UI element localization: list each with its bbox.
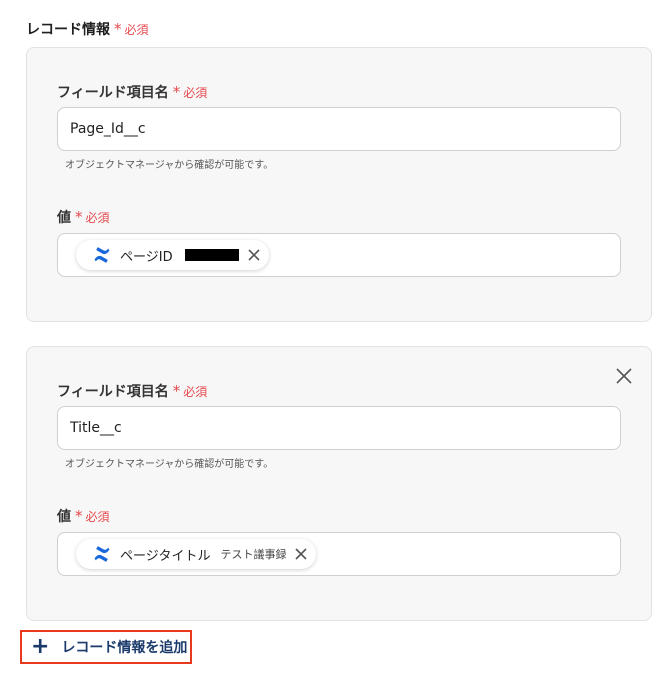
field-name-label-text: フィールド項目名 — [57, 85, 169, 101]
confluence-logo-icon — [94, 546, 110, 562]
section-title: レコード情報 * 必須 — [26, 19, 149, 39]
required-star-icon: * — [114, 19, 122, 38]
field-name-hint: オブジェクトマネージャから確認が可能です。 — [65, 459, 274, 470]
redacted-value — [184, 249, 239, 261]
required-badge: * 必須 — [75, 209, 110, 226]
value-input[interactable]: ページID — [57, 233, 621, 277]
value-chip[interactable]: ページID — [76, 240, 269, 270]
required-badge: * 必須 — [75, 508, 110, 525]
plus-icon: + — [31, 634, 50, 659]
required-text: 必須 — [85, 210, 110, 225]
required-text: 必須 — [124, 22, 149, 37]
required-star-icon: * — [172, 381, 181, 400]
value-label: 値 * 必須 — [57, 207, 110, 227]
value-input[interactable]: ページタイトル テスト議事録 — [57, 532, 621, 576]
required-text: 必須 — [183, 85, 208, 100]
required-star-icon: * — [75, 207, 83, 226]
chip-label: ページID — [120, 249, 173, 265]
chip-value: テスト議事録 — [220, 548, 287, 561]
field-name-label: フィールド項目名 * 必須 — [57, 82, 207, 102]
add-record-label: レコード情報を追加 — [61, 640, 188, 656]
close-icon[interactable] — [247, 248, 261, 262]
field-name-label: フィールド項目名 * 必須 — [57, 381, 207, 401]
record-card-2: フィールド項目名 * 必須 オブジェクトマネージャから確認が可能です。 値 * … — [26, 346, 652, 621]
add-record-button[interactable]: + レコード情報を追加 — [20, 630, 192, 664]
field-name-hint: オブジェクトマネージャから確認が可能です。 — [65, 160, 274, 171]
value-chip[interactable]: ページタイトル テスト議事録 — [76, 539, 317, 569]
confluence-logo-icon — [94, 247, 110, 263]
close-icon[interactable] — [294, 547, 308, 561]
field-name-input[interactable] — [57, 107, 621, 151]
section-title-text: レコード情報 — [26, 22, 110, 38]
required-star-icon: * — [75, 506, 83, 525]
field-name-label-text: フィールド項目名 — [57, 384, 169, 400]
close-icon[interactable] — [615, 367, 633, 385]
required-badge: * 必須 — [173, 383, 208, 400]
record-card-1: フィールド項目名 * 必須 オブジェクトマネージャから確認が可能です。 値 * … — [26, 47, 652, 322]
value-label-text: 値 — [57, 509, 71, 525]
chip-label: ページタイトル — [120, 548, 211, 564]
required-badge: * 必須 — [173, 84, 208, 101]
required-text: 必須 — [183, 384, 208, 399]
field-name-input[interactable] — [57, 406, 621, 450]
value-label-text: 値 — [57, 210, 71, 226]
value-label: 値 * 必須 — [57, 506, 110, 526]
required-badge: * 必須 — [114, 21, 149, 38]
required-star-icon: * — [172, 82, 181, 101]
required-text: 必須 — [85, 509, 110, 524]
